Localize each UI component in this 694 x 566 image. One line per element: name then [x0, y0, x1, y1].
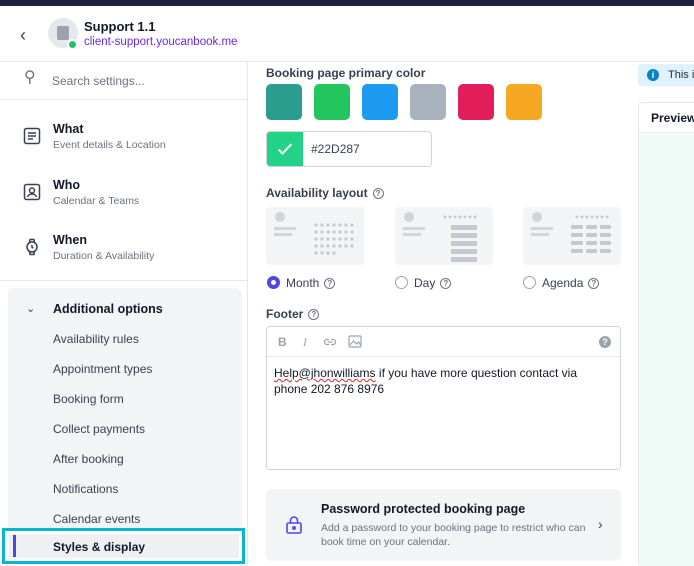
layout-preview-day[interactable]: [395, 207, 493, 265]
primary-color-title: Booking page primary color: [266, 66, 426, 80]
help-icon[interactable]: ?: [308, 309, 320, 320]
selected-color-chip: [267, 132, 303, 166]
document-icon: [23, 127, 41, 145]
sidebar-item-label: Styles & display: [53, 540, 146, 554]
sidebar-item-styles-display[interactable]: Styles & display: [2, 528, 245, 564]
sidebar-item-availability-rules[interactable]: Availability rules: [53, 332, 139, 346]
sidebar-item-title: Who: [53, 178, 81, 192]
sidebar-item-notifications[interactable]: Notifications: [53, 482, 118, 496]
search-icon: ⚲: [24, 69, 36, 86]
help-icon[interactable]: ?: [588, 278, 600, 289]
sidebar-item-who[interactable]: Who Calendar & Teams: [0, 171, 248, 223]
help-icon[interactable]: ?: [440, 278, 452, 289]
back-chevron-icon[interactable]: ‹: [20, 25, 26, 46]
checkmark-icon: [277, 143, 293, 155]
footer-text[interactable]: Help@jhonwilliams if you have more quest…: [274, 365, 609, 397]
hex-value: #22D287: [311, 142, 360, 156]
editor-toolbar: B I ?: [267, 327, 620, 357]
booking-url-link[interactable]: client-support.youcanbook.me: [84, 36, 237, 48]
search-input[interactable]: [52, 70, 232, 92]
color-swatch-green[interactable]: [314, 84, 350, 120]
sidebar-item-title: What: [53, 122, 84, 136]
sidebar-item-calendar-events[interactable]: Calendar events: [53, 512, 140, 526]
password-protected-card[interactable]: Password protected booking page Add a pa…: [266, 489, 621, 561]
sidebar-item-when[interactable]: When Duration & Availability: [0, 226, 248, 278]
info-icon: i: [647, 69, 659, 81]
additional-options-group: ⌄ Additional options Availability rules …: [8, 288, 242, 565]
footer-editor[interactable]: B I ? Help@jhonwilliams if you have more…: [266, 326, 621, 470]
active-indicator: [13, 535, 16, 557]
password-card-description: Add a password to your booking page to r…: [321, 522, 586, 548]
sidebar-item-after-booking[interactable]: After booking: [53, 452, 124, 466]
color-swatch-teal[interactable]: [266, 84, 302, 120]
person-icon: [23, 183, 41, 201]
preview-panel: Preview: [638, 102, 694, 566]
color-swatch-blue[interactable]: [362, 84, 398, 120]
footer-text-email: Help@jhonwilliams: [274, 366, 376, 380]
preview-title: Preview: [651, 111, 694, 125]
right-panel: i This i Preview: [638, 62, 694, 566]
search-bar: ⚲: [0, 62, 248, 100]
sidebar-item-what[interactable]: What Event details & Location: [0, 115, 248, 167]
color-swatch-pink[interactable]: [458, 84, 494, 120]
sidebar-item-appointment-types[interactable]: Appointment types: [53, 362, 152, 376]
month-layout-thumbnail: [274, 212, 354, 255]
preview-header: Preview: [639, 103, 694, 133]
sidebar-divider: [0, 280, 248, 281]
layout-option-month: Month?: [286, 276, 336, 290]
chevron-right-icon: ›: [598, 516, 603, 532]
password-card-title: Password protected booking page: [321, 502, 526, 516]
layout-option-agenda: Agenda?: [542, 276, 600, 290]
footer-title: Footer?: [266, 307, 320, 321]
italic-icon[interactable]: I: [303, 335, 307, 350]
settings-panel: Booking page primary color #22D287 Avail…: [266, 62, 626, 565]
sidebar-item-subtitle: Calendar & Teams: [53, 195, 140, 207]
layout-radio-month[interactable]: [267, 276, 280, 289]
hex-color-input[interactable]: #22D287: [266, 131, 432, 167]
color-swatch-gray[interactable]: [410, 84, 446, 120]
layout-option-day: Day?: [414, 276, 452, 290]
agenda-layout-thumbnail: [531, 212, 611, 253]
sidebar-item-subtitle: Duration & Availability: [53, 250, 155, 262]
help-icon[interactable]: ?: [599, 336, 611, 348]
bold-icon[interactable]: B: [278, 335, 287, 349]
color-swatch-orange[interactable]: [506, 84, 542, 120]
availability-layout-title: Availability layout?: [266, 186, 384, 200]
lock-icon: [286, 516, 302, 534]
layout-radio-day[interactable]: [395, 276, 408, 289]
page-title: Support 1.1: [84, 19, 156, 34]
sidebar-item-title: When: [53, 233, 88, 247]
sidebar-item-booking-form[interactable]: Booking form: [53, 392, 124, 406]
help-icon[interactable]: ?: [372, 188, 384, 199]
image-icon[interactable]: [348, 335, 362, 348]
sidebar-item-collect-payments[interactable]: Collect payments: [53, 422, 145, 436]
help-icon[interactable]: ?: [324, 278, 336, 289]
watch-icon: [26, 238, 38, 256]
info-banner: i This i: [638, 64, 694, 86]
chevron-down-icon[interactable]: ⌄: [26, 302, 35, 315]
online-status-dot: [67, 39, 78, 50]
preview-body: [639, 134, 694, 566]
day-layout-thumbnail: [403, 212, 477, 262]
additional-options-toggle[interactable]: Additional options: [53, 302, 163, 316]
info-banner-text: This i: [668, 69, 694, 81]
link-icon[interactable]: [323, 336, 337, 348]
layout-preview-month[interactable]: [266, 207, 364, 265]
sidebar: ⚲ What Event details & Location Who Cale…: [0, 62, 248, 565]
layout-preview-agenda[interactable]: [523, 207, 621, 265]
sidebar-item-subtitle: Event details & Location: [53, 139, 166, 151]
header: ‹ Support 1.1 client-support.youcanbook.…: [0, 6, 694, 62]
avatar: [48, 18, 78, 50]
layout-radio-agenda[interactable]: [523, 276, 536, 289]
booking-page-icon: [57, 26, 69, 40]
